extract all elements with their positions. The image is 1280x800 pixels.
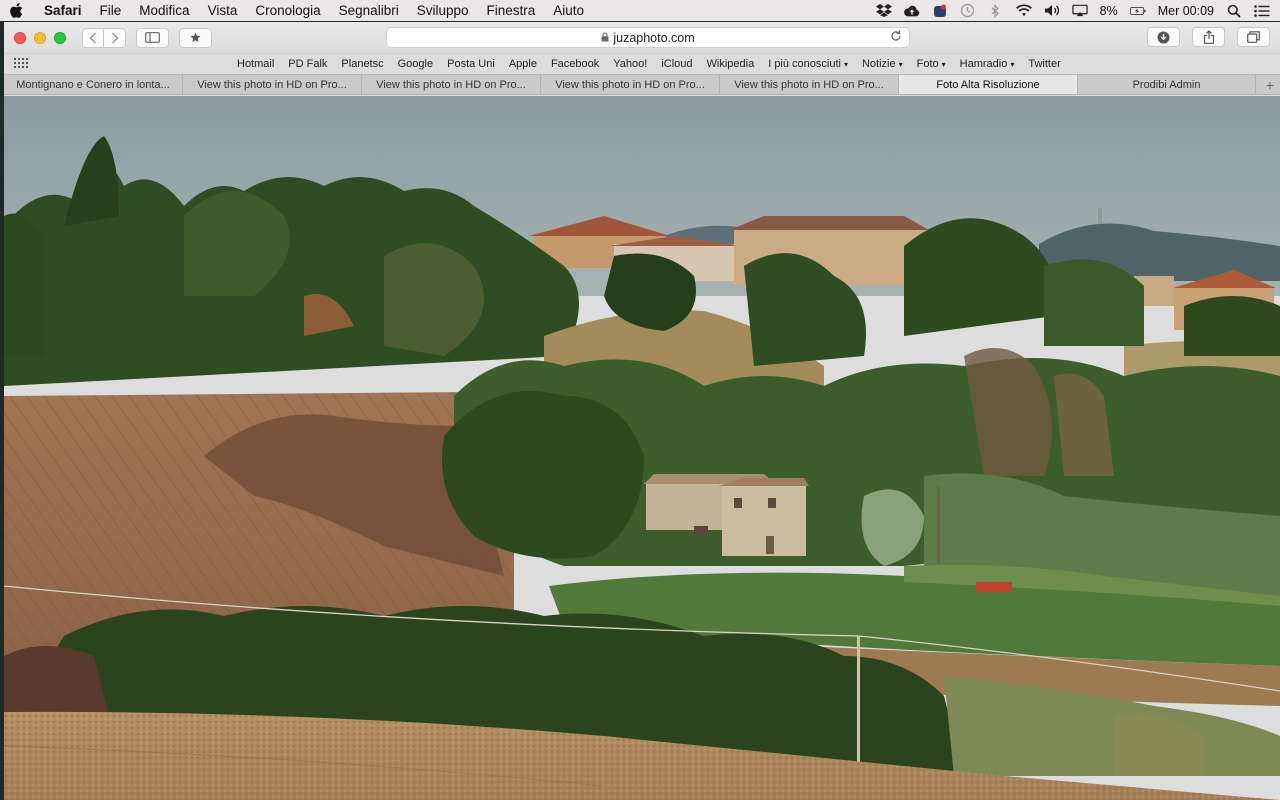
favorite-posta-uni[interactable]: Posta Uni bbox=[440, 58, 502, 70]
new-tab-button[interactable]: + bbox=[1256, 75, 1280, 94]
menu-segnalibri[interactable]: Segnalibri bbox=[330, 3, 408, 18]
cloud-upload-icon[interactable] bbox=[903, 4, 920, 18]
menu-file[interactable]: File bbox=[91, 3, 131, 18]
favorite-folder-hamradio[interactable]: Hamradio ▾ bbox=[953, 58, 1022, 70]
window-controls bbox=[14, 31, 66, 44]
tab-2[interactable]: View this photo in HD on Pro... bbox=[183, 75, 362, 94]
chevron-left-icon bbox=[89, 31, 97, 44]
app-status-icon[interactable] bbox=[932, 4, 948, 18]
favorite-google[interactable]: Google bbox=[391, 58, 440, 70]
forward-button[interactable] bbox=[104, 27, 126, 48]
menu-modifica[interactable]: Modifica bbox=[130, 3, 198, 18]
folder-label: I più conosciuti bbox=[768, 58, 841, 70]
minimize-window-button[interactable] bbox=[34, 31, 46, 44]
sidebar-toggle-button[interactable] bbox=[136, 27, 169, 48]
share-button[interactable] bbox=[1192, 27, 1225, 47]
menu-aiuto[interactable]: Aiuto bbox=[544, 3, 593, 18]
tab-7[interactable]: Prodibi Admin bbox=[1078, 75, 1256, 94]
plus-icon: + bbox=[1265, 76, 1274, 93]
favorite-folder-notizie[interactable]: Notizie ▾ bbox=[855, 58, 910, 70]
toolbar-right bbox=[1147, 27, 1270, 47]
favorite-folder-foto[interactable]: Foto ▾ bbox=[910, 58, 953, 70]
chevron-down-icon: ▾ bbox=[843, 59, 848, 69]
url-text: juzaphoto.com bbox=[613, 30, 695, 45]
chevron-down-icon: ▾ bbox=[898, 59, 903, 69]
chevron-down-icon: ▾ bbox=[1010, 59, 1015, 69]
back-button[interactable] bbox=[82, 27, 104, 48]
tab-1[interactable]: Montignano e Conero in lonta... bbox=[4, 75, 183, 94]
notification-center-icon[interactable] bbox=[1254, 4, 1270, 18]
menu-bar: Safari File Modifica Vista Cronologia Se… bbox=[0, 0, 1280, 21]
favorite-hotmail[interactable]: Hotmail bbox=[230, 58, 281, 70]
tab-5[interactable]: View this photo in HD on Pro... bbox=[720, 75, 899, 94]
bluetooth-icon[interactable] bbox=[988, 3, 1004, 18]
menubar-clock[interactable]: Mer 00:09 bbox=[1158, 4, 1214, 18]
favorite-planetsc[interactable]: Planetsc bbox=[334, 58, 390, 70]
browser-window: juzaphoto.com Hotmail PD Falk Planetsc G… bbox=[4, 22, 1280, 800]
folder-label: Foto bbox=[916, 58, 939, 70]
browser-toolbar: juzaphoto.com bbox=[4, 22, 1280, 53]
folder-label: Notizie bbox=[861, 58, 896, 70]
battery-charging-icon[interactable] bbox=[1129, 4, 1146, 18]
favorite-icloud[interactable]: iCloud bbox=[654, 58, 699, 70]
airplay-icon[interactable] bbox=[1071, 4, 1088, 18]
tabs-icon bbox=[1247, 31, 1260, 43]
fullscreen-window-button[interactable] bbox=[54, 31, 66, 44]
top-sites-button[interactable] bbox=[179, 27, 212, 48]
volume-icon[interactable] bbox=[1044, 4, 1060, 18]
sidebar-icon bbox=[145, 32, 160, 43]
menu-safari[interactable]: Safari bbox=[32, 3, 91, 18]
tab-6-active[interactable]: Foto Alta Risoluzione bbox=[899, 75, 1078, 94]
download-icon bbox=[1157, 31, 1170, 43]
tab-3[interactable]: View this photo in HD on Pro... bbox=[362, 75, 541, 94]
menu-sviluppo[interactable]: Sviluppo bbox=[408, 3, 478, 18]
chevron-right-icon bbox=[111, 31, 119, 44]
favorite-wikipedia[interactable]: Wikipedia bbox=[700, 58, 762, 70]
spotlight-search-icon[interactable] bbox=[1226, 4, 1242, 18]
favorite-yahoo[interactable]: Yahoo! bbox=[606, 58, 654, 70]
tab-overview-button[interactable] bbox=[1237, 27, 1270, 47]
menu-finestra[interactable]: Finestra bbox=[478, 3, 545, 18]
folder-label: Hamradio bbox=[959, 58, 1008, 70]
landscape-photo bbox=[4, 96, 1280, 800]
downloads-button[interactable] bbox=[1147, 27, 1180, 47]
lock-icon bbox=[601, 31, 609, 45]
dropbox-icon[interactable] bbox=[875, 4, 892, 18]
close-window-button[interactable] bbox=[14, 31, 26, 44]
favorite-facebook[interactable]: Facebook bbox=[544, 58, 606, 70]
share-icon bbox=[1203, 30, 1214, 44]
battery-percent: 8% bbox=[1099, 3, 1118, 18]
favorite-pd-falk[interactable]: PD Falk bbox=[281, 58, 334, 70]
menu-cronologia[interactable]: Cronologia bbox=[246, 3, 329, 18]
tab-4[interactable]: View this photo in HD on Pro... bbox=[541, 75, 720, 94]
menu-vista[interactable]: Vista bbox=[199, 3, 247, 18]
address-bar[interactable]: juzaphoto.com bbox=[386, 27, 910, 48]
favorite-folder-piu-conosciuti[interactable]: I più conosciuti ▾ bbox=[761, 58, 855, 70]
chevron-down-icon: ▾ bbox=[941, 59, 946, 69]
tab-bar: Montignano e Conero in lonta... View thi… bbox=[4, 74, 1280, 95]
favorites-grid-icon[interactable] bbox=[14, 57, 30, 71]
reload-icon[interactable] bbox=[890, 30, 902, 45]
history-nav bbox=[82, 27, 126, 48]
favorite-apple[interactable]: Apple bbox=[502, 58, 544, 70]
wifi-icon[interactable] bbox=[1015, 4, 1032, 18]
favorites-bar: Hotmail PD Falk Planetsc Google Posta Un… bbox=[4, 53, 1280, 74]
star-icon bbox=[190, 32, 201, 42]
apple-menu-icon[interactable] bbox=[10, 3, 32, 18]
photo-viewer bbox=[4, 96, 1280, 800]
time-machine-icon[interactable] bbox=[960, 3, 976, 18]
favorite-twitter[interactable]: Twitter bbox=[1021, 58, 1067, 70]
